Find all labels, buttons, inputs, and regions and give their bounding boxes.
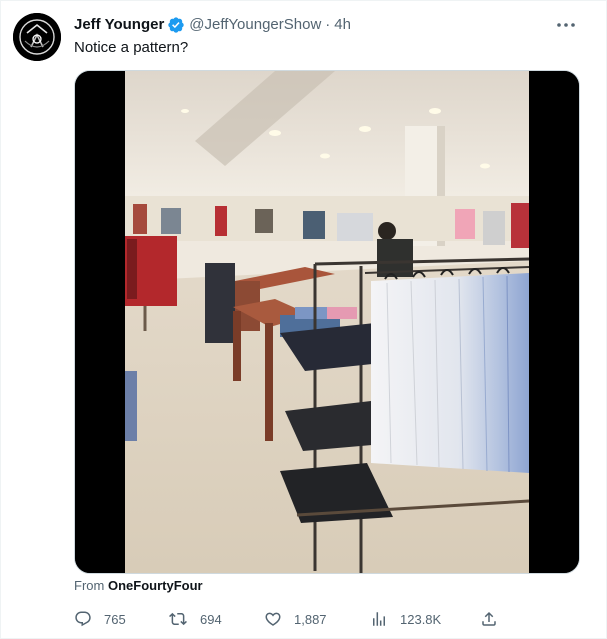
retweet-button[interactable]: 694	[168, 607, 222, 631]
reply-icon	[75, 611, 91, 627]
action-bar: 765 694 1,887 123.8K	[74, 607, 504, 631]
verified-badge-icon	[167, 16, 185, 34]
tweet-text: Notice a pattern?	[74, 39, 189, 56]
media-attribution: From OneFourtyFour	[74, 578, 203, 594]
avatar[interactable]	[13, 13, 61, 61]
views-count: 123.8K	[400, 611, 442, 627]
tweet-card: Jeff Younger @JeffYoungerShow · 4h Notic…	[0, 0, 607, 639]
author-handle[interactable]: @JeffYoungerShow	[189, 15, 321, 35]
video-player[interactable]	[74, 70, 580, 574]
retweet-icon	[169, 612, 187, 626]
header-separator: ·	[325, 16, 331, 33]
reply-count: 765	[104, 611, 126, 627]
views-button[interactable]: 123.8K	[370, 607, 441, 631]
avatar-logo	[13, 13, 61, 61]
author-name[interactable]: Jeff Younger	[74, 15, 164, 35]
tweet-timestamp[interactable]: 4h	[334, 15, 351, 35]
like-button[interactable]: 1,887	[264, 607, 327, 631]
reply-button[interactable]: 765	[74, 607, 126, 631]
from-prefix: From	[74, 578, 105, 593]
heart-icon	[265, 612, 281, 626]
share-button[interactable]	[480, 607, 498, 631]
tweet-header: Jeff Younger @JeffYoungerShow · 4h	[74, 15, 351, 35]
from-source-link[interactable]: OneFourtyFour	[108, 578, 203, 593]
views-bar-chart-icon	[373, 612, 385, 626]
retweet-count: 694	[200, 611, 222, 627]
video-frame	[75, 71, 579, 573]
more-dots-icon[interactable]	[552, 13, 580, 37]
like-count: 1,887	[294, 611, 327, 627]
share-icon	[482, 611, 496, 626]
